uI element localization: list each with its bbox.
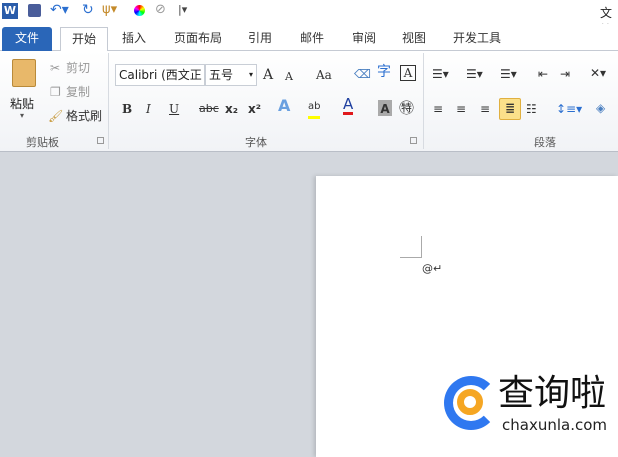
watermark-domain: chaxunla.com: [502, 416, 607, 434]
clipboard-launcher-icon[interactable]: [97, 137, 104, 144]
multilevel-list-icon[interactable]: ☰▾: [500, 65, 517, 83]
justify-icon[interactable]: ≣: [499, 98, 521, 120]
bullets-icon[interactable]: ☰▾: [432, 65, 449, 83]
tab-home[interactable]: 开始: [60, 27, 108, 52]
eraser-icon[interactable]: ⊘: [155, 2, 166, 17]
ribbon-tabs: 文件 开始 插入 页面布局 引用 邮件 审阅 视图 开发工具: [0, 24, 618, 52]
change-case-button[interactable]: Aa: [316, 66, 332, 84]
ribbon: 粘贴 ▾ ✂ 剪切 ❐ 复制 🖌 格式刷 剪贴板 Calibri (西文正 五号…: [0, 51, 618, 152]
clear-format-icon[interactable]: ⌫: [354, 65, 371, 83]
font-launcher-icon[interactable]: [410, 137, 417, 144]
font-group-label: 字体: [245, 136, 267, 149]
format-painter-button[interactable]: 格式刷: [66, 107, 102, 125]
undo-icon[interactable]: ↶▾: [50, 2, 69, 18]
paragraph-group-label: 段落: [534, 136, 556, 149]
paint-icon[interactable]: ψ▾: [102, 2, 117, 17]
tab-view[interactable]: 视图: [394, 27, 434, 51]
font-color-icon[interactable]: A: [343, 97, 354, 115]
tab-review[interactable]: 审阅: [344, 27, 384, 51]
watermark-logo: 查询啦 chaxunla.com: [442, 372, 618, 437]
brush-icon: 🖌: [48, 109, 64, 123]
align-center-icon[interactable]: ≡: [456, 100, 466, 118]
character-shading-icon[interactable]: A: [378, 100, 392, 116]
phonetic-guide-icon[interactable]: 字: [377, 63, 391, 81]
copy-button[interactable]: 复制: [66, 83, 90, 101]
shading-icon[interactable]: ◈: [596, 99, 605, 117]
italic-button[interactable]: I: [146, 100, 151, 118]
numbering-icon[interactable]: ☰▾: [466, 65, 483, 83]
paste-label: 粘贴: [10, 97, 35, 111]
scissors-icon: ✂: [50, 61, 61, 75]
clipboard-group-label: 剪贴板: [26, 136, 59, 149]
tab-page-layout[interactable]: 页面布局: [166, 27, 230, 51]
redo-icon[interactable]: ↻: [82, 2, 94, 18]
magnifier-icon: [457, 389, 483, 415]
tab-insert[interactable]: 插入: [112, 27, 156, 51]
decrease-indent-icon[interactable]: ⇤: [538, 65, 548, 83]
document-text[interactable]: @↵: [422, 262, 442, 275]
character-border-icon[interactable]: A: [400, 65, 416, 81]
superscript-button[interactable]: x²: [248, 100, 261, 118]
grow-font-button[interactable]: A: [263, 66, 273, 84]
watermark-brand: 查询啦: [498, 373, 607, 414]
chevron-down-icon: ▾: [248, 70, 253, 79]
distributed-icon[interactable]: ☷: [526, 100, 537, 118]
text-effects-icon[interactable]: A: [278, 97, 290, 115]
enclose-character-icon[interactable]: ㊕: [399, 99, 414, 117]
tab-file[interactable]: 文件: [2, 27, 52, 51]
cut-button[interactable]: 剪切: [66, 59, 90, 77]
tab-mailings[interactable]: 邮件: [292, 27, 332, 51]
margin-corner-mark: [400, 236, 422, 258]
line-spacing-icon[interactable]: ↕≡▾: [556, 100, 582, 118]
tab-references[interactable]: 引用: [240, 27, 280, 51]
align-left-icon[interactable]: ≡: [433, 100, 443, 118]
save-icon[interactable]: [28, 4, 41, 17]
copy-icon: ❐: [50, 85, 61, 99]
chevron-down-icon: ▾: [20, 111, 25, 120]
tab-developer[interactable]: 开发工具: [446, 27, 508, 51]
shrink-font-button[interactable]: A: [285, 68, 293, 86]
underline-button[interactable]: U: [169, 100, 179, 118]
color-icon[interactable]: [134, 5, 145, 16]
chinese-layout-icon[interactable]: ✕▾: [590, 64, 606, 82]
highlight-icon[interactable]: ab: [308, 98, 321, 119]
document-page[interactable]: @↵ 查询啦 chaxunla.com: [316, 176, 618, 457]
font-name-select[interactable]: Calibri (西文正: [115, 64, 205, 86]
title-bar: W ↶▾ ↻ ψ▾ ⊘ |▾ 文档: [0, 0, 618, 37]
clipboard-icon: [12, 59, 36, 87]
subscript-button[interactable]: x₂: [225, 100, 238, 118]
word-icon[interactable]: W: [2, 3, 18, 19]
increase-indent-icon[interactable]: ⇥: [560, 65, 570, 83]
bold-button[interactable]: B: [122, 100, 132, 118]
font-size-select[interactable]: 五号 ▾: [205, 64, 257, 86]
customize-dropdown-icon[interactable]: |▾: [178, 3, 187, 16]
strikethrough-button[interactable]: abc: [199, 100, 219, 118]
paste-button[interactable]: 粘贴 ▾: [6, 55, 42, 123]
align-right-icon[interactable]: ≡: [480, 100, 490, 118]
